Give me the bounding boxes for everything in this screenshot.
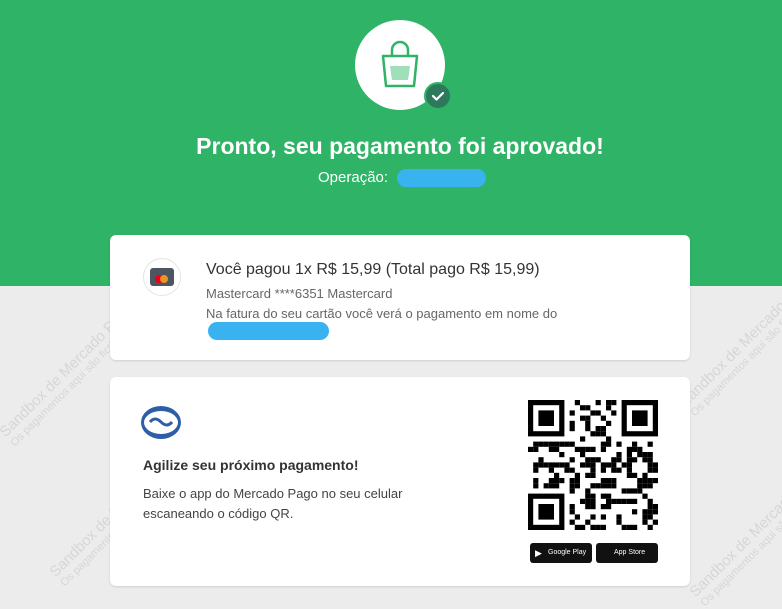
promo-line-1: Baixe o app do Mercado Pago no seu celul… xyxy=(143,486,403,501)
redacted-merchant-name xyxy=(208,322,329,340)
google-play-label: Google Play xyxy=(548,549,587,556)
shopping-bag-icon xyxy=(381,40,419,88)
payment-summary-card xyxy=(110,235,690,360)
redacted-operation-id xyxy=(397,169,486,187)
statement-note: Na fatura do seu cartão você verá o paga… xyxy=(206,306,558,321)
qr-code[interactable] xyxy=(528,400,658,530)
app-store-button[interactable]: App Store xyxy=(596,543,658,563)
mastercard-icon xyxy=(143,258,181,296)
promo-title: Agilize seu próximo pagamento! xyxy=(143,457,359,473)
sandbox-watermark: Sandbox de Mercado PagoOs pagamentos aqu… xyxy=(686,460,782,609)
payment-summary: Você pagou 1x R$ 15,99 (Total pago R$ 15… xyxy=(206,261,540,278)
check-icon xyxy=(424,82,452,110)
sandbox-watermark: Sandbox de Mercado PagoOs pagamentos aqu… xyxy=(676,270,782,419)
operation-label: Operação: xyxy=(318,169,389,186)
card-info: Mastercard ****6351 Mastercard xyxy=(206,286,393,301)
mercado-pago-logo-icon xyxy=(141,406,181,439)
google-play-icon: ▶ xyxy=(535,548,542,558)
app-store-label: App Store xyxy=(614,549,646,556)
page-title: Pronto, seu pagamento foi aprovado! xyxy=(196,133,604,159)
promo-line-2: escaneando o código QR. xyxy=(143,506,294,521)
google-play-button[interactable]: ▶ Google Play xyxy=(530,543,592,563)
promo-description: Baixe o app do Mercado Pago no seu celul… xyxy=(143,484,443,524)
